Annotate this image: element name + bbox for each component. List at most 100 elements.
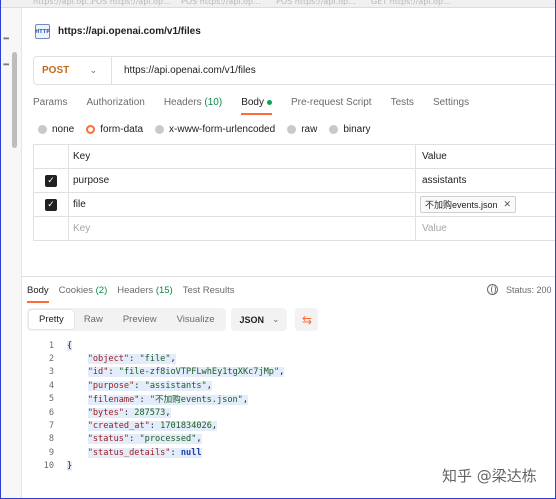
- brace: }: [67, 461, 73, 472]
- response-divider[interactable]: [22, 276, 555, 277]
- checkbox-checked-icon[interactable]: ✓: [45, 174, 57, 187]
- radio-icon[interactable]: [86, 124, 96, 134]
- code-text[interactable]: "filename": "不加购events.json",: [67, 393, 249, 406]
- more-icon[interactable]: •••: [3, 34, 9, 43]
- request-title[interactable]: https://api.openai.com/v1/files: [58, 26, 201, 37]
- response-view-toolbar: Pretty Raw Preview Visualize JSON ⌄ ⇆: [27, 308, 319, 331]
- body-type-label: x-www-form-urlencoded: [169, 123, 276, 135]
- code-text[interactable]: "status": "processed",: [67, 434, 202, 445]
- view-mode-preview[interactable]: Preview: [113, 310, 167, 329]
- code-text[interactable]: "status_details": null: [67, 447, 202, 458]
- ghost-tab[interactable]: POS https://api.op...: [276, 0, 356, 6]
- json-value: null: [180, 447, 202, 458]
- ghost-tab[interactable]: POS https://api.op...: [181, 0, 261, 6]
- code-text[interactable]: {: [67, 340, 73, 351]
- ghost-tab[interactable]: POS https://api.op...: [91, 0, 171, 6]
- line-number: 1: [48, 340, 54, 351]
- body-type-options: none form-data x-www-form-urlencoded raw bin…: [38, 123, 383, 135]
- url-input[interactable]: [112, 57, 555, 84]
- globe-icon[interactable]: [487, 284, 498, 295]
- tab-authorization[interactable]: Authorization: [86, 97, 144, 117]
- tab-label: Tests: [390, 97, 414, 108]
- key-cell[interactable]: file: [69, 193, 416, 216]
- response-tab-cookies[interactable]: Cookies (2): [59, 285, 108, 303]
- ghost-tab[interactable]: https://api.op...: [33, 0, 94, 6]
- file-name: 不加购events.json: [425, 200, 498, 210]
- body-type-none[interactable]: none: [38, 124, 74, 135]
- checkbox-checked-icon[interactable]: ✓: [45, 198, 57, 211]
- method-label: POST: [42, 65, 70, 76]
- more-icon[interactable]: •••: [3, 60, 9, 69]
- response-tab-headers[interactable]: Headers (15): [117, 285, 172, 303]
- file-chip[interactable]: 不加购events.json ✕: [420, 196, 517, 213]
- tab-settings[interactable]: Settings: [433, 97, 469, 117]
- format-select[interactable]: JSON ⌄: [231, 308, 288, 331]
- tab-label: Authorization: [86, 97, 145, 108]
- header-spacer: [33, 145, 69, 168]
- json-value: "file-zf8ioVTPFLwhEy1tgXKc7jMp": [118, 367, 280, 378]
- code-line: 7 "created_at": 1701834026,: [27, 419, 284, 432]
- view-mode-pretty[interactable]: Pretty: [29, 310, 74, 329]
- view-mode-visualize[interactable]: Visualize: [167, 310, 225, 329]
- code-text[interactable]: "bytes": 287573,: [67, 407, 171, 418]
- new-value-input[interactable]: Value: [416, 217, 555, 240]
- radio-icon[interactable]: [329, 124, 339, 134]
- wrap-lines-icon[interactable]: ⇆: [295, 308, 319, 331]
- json-pair: "object": "file",: [87, 354, 176, 365]
- body-type-binary[interactable]: binary: [329, 124, 371, 135]
- scrollbar-thumb[interactable]: [12, 52, 17, 148]
- line-number: 3: [48, 367, 54, 378]
- code-line: 10}: [27, 460, 284, 473]
- tab-body[interactable]: Body: [241, 97, 272, 117]
- code-text[interactable]: "id": "file-zf8ioVTPFLwhEy1tgXKc7jMp",: [67, 367, 285, 378]
- code-text[interactable]: }: [67, 461, 73, 472]
- line-number: 6: [48, 407, 54, 418]
- ghost-tab[interactable]: GET https://api.op...: [371, 0, 451, 6]
- radio-icon[interactable]: [38, 124, 47, 134]
- json-pair: "id": "file-zf8ioVTPFLwhEy1tgXKc7jMp",: [87, 367, 285, 378]
- body-type-label: form-data: [100, 123, 144, 135]
- response-tab-test-results[interactable]: Test Results: [183, 285, 235, 303]
- chevron-down-icon: ⌄: [89, 65, 97, 75]
- json-value: "file": [139, 354, 171, 365]
- json-value: "不加购events.json": [149, 395, 243, 406]
- tab-params[interactable]: Params: [33, 97, 67, 117]
- tab-label: Body: [27, 285, 49, 296]
- code-text[interactable]: "object": "file",: [67, 354, 176, 365]
- code-line: 9 "status_details": null: [27, 446, 284, 459]
- response-tab-body[interactable]: Body: [27, 285, 49, 303]
- code-text[interactable]: "created_at": 1701834026,: [67, 421, 218, 432]
- value-cell[interactable]: assistants: [416, 169, 555, 192]
- tab-label: Headers: [163, 97, 205, 108]
- tab-label: Cookies: [58, 285, 96, 296]
- top-tab-strip: https://api.op... POS https://api.op... PO…: [1, 0, 555, 8]
- tab-pre-request-script[interactable]: Pre-request Script: [291, 97, 372, 117]
- body-type-raw[interactable]: raw: [287, 124, 317, 135]
- tab-headers[interactable]: Headers (10): [164, 97, 222, 117]
- row-toggle[interactable]: ✓: [33, 193, 69, 216]
- body-type-form-data[interactable]: form-data: [86, 124, 143, 135]
- table-header-row: Key Value: [33, 145, 555, 169]
- code-line: 1{: [27, 339, 284, 352]
- request-title-bar: HTTP https://api.openai.com/v1/files: [35, 24, 201, 39]
- row-toggle[interactable]: ✓: [33, 169, 69, 192]
- line-number: 10: [43, 461, 54, 472]
- column-header-value: Value: [422, 151, 447, 162]
- radio-icon[interactable]: [155, 124, 165, 134]
- key-cell[interactable]: purpose: [69, 169, 416, 192]
- json-pair: "status": "processed",: [87, 434, 202, 445]
- code-text[interactable]: "purpose": "assistants",: [67, 380, 212, 391]
- json-value: "processed": [139, 434, 197, 445]
- view-mode-raw[interactable]: Raw: [74, 310, 113, 329]
- tab-tests[interactable]: Tests: [391, 97, 414, 117]
- new-key-input[interactable]: Key: [69, 217, 416, 240]
- radio-icon[interactable]: [287, 124, 297, 134]
- close-icon[interactable]: ✕: [504, 199, 512, 210]
- row-toggle-empty: [33, 217, 69, 240]
- json-key: "bytes": [87, 407, 124, 418]
- table-row-placeholder: Key Value: [33, 217, 555, 241]
- json-key: "filename": [87, 395, 140, 406]
- body-type-label: none: [52, 123, 75, 135]
- method-select[interactable]: POST ⌄: [34, 57, 112, 84]
- body-type-x-www-form-urlencoded[interactable]: x-www-form-urlencoded: [155, 124, 275, 135]
